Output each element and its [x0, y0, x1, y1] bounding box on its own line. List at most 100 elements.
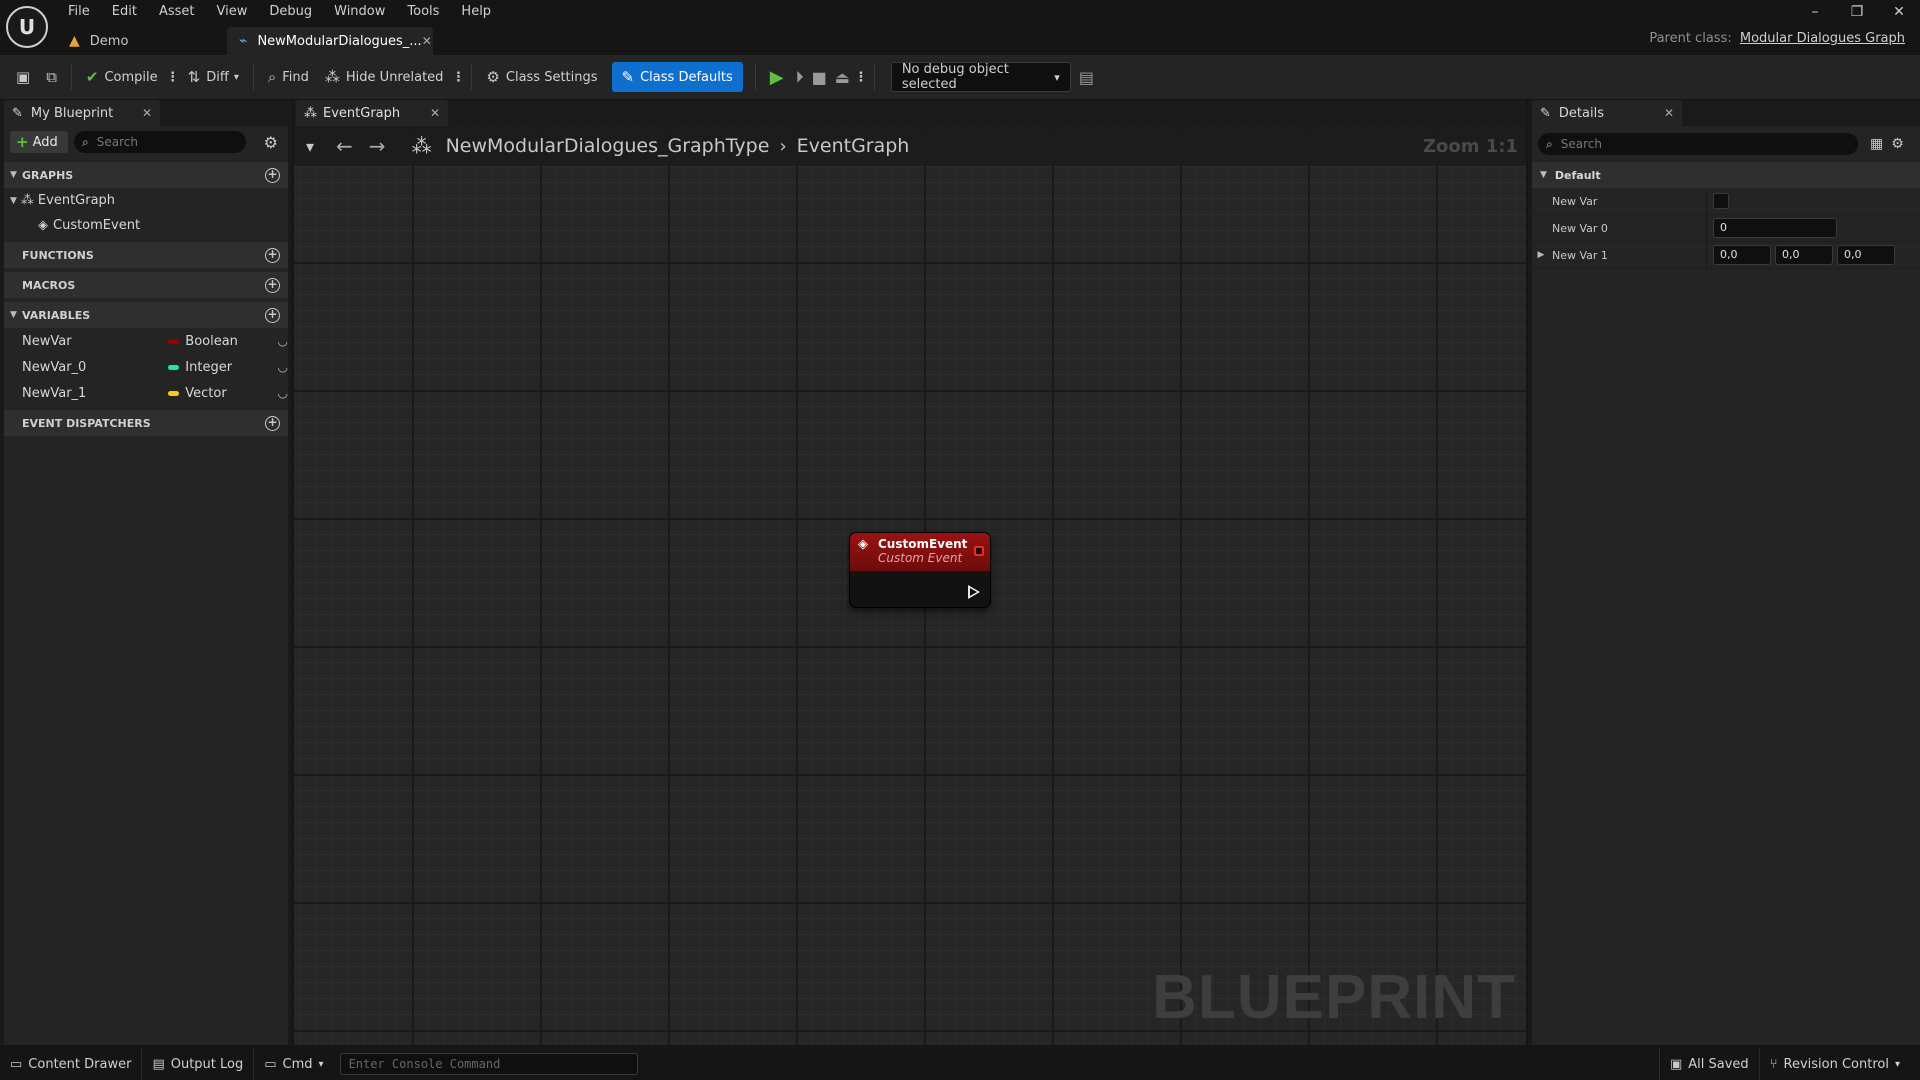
revision-control-button[interactable]: ⑂ Revision Control ▾	[1760, 1048, 1910, 1080]
close-window-icon[interactable]: ✕	[1878, 2, 1920, 22]
new-var-1-y-input[interactable]: 0,0	[1775, 245, 1833, 265]
new-var-1-x-input[interactable]: 0,0	[1713, 245, 1771, 265]
tab-details[interactable]: ✎ Details ✕	[1532, 100, 1682, 126]
breadcrumb-blueprint[interactable]: NewModularDialogues_GraphType	[446, 135, 770, 157]
variable-name: NewVar_0	[22, 359, 87, 375]
delegate-pin[interactable]	[974, 546, 984, 556]
eye-closed-icon[interactable]: ◡	[278, 360, 288, 374]
details-search-input[interactable]: ⌕ Search	[1538, 133, 1858, 155]
class-defaults-button[interactable]: ✎ Class Defaults	[611, 62, 743, 92]
property-label: New Var 0	[1552, 221, 1608, 235]
variable-name: NewVar	[22, 333, 72, 349]
parent-class: Parent class: Modular Dialogues Graph	[1649, 31, 1905, 46]
add-variable-icon[interactable]: +	[265, 307, 280, 323]
tree-item-eventgraph[interactable]: ▼ ⁂ EventGraph	[4, 188, 288, 213]
my-blueprint-search-input[interactable]: ⌕ Search	[74, 131, 246, 153]
play-options-icon[interactable]: ⋮	[854, 70, 868, 85]
graph-header: ▾ ← → ⁂ NewModularDialogues_GraphType › …	[294, 126, 1526, 166]
menu-help[interactable]: Help	[450, 2, 502, 22]
output-log-button[interactable]: ▤ Output Log	[142, 1048, 253, 1080]
play-button[interactable]: ▶	[762, 62, 792, 92]
add-function-icon[interactable]: +	[265, 247, 280, 263]
cmd-label: Cmd	[282, 1056, 313, 1072]
chevron-down-icon: ▼	[10, 170, 17, 180]
tab-blueprint[interactable]: ⌁ NewModularDialogues_... ✕	[227, 27, 433, 55]
exec-output-pin[interactable]	[968, 585, 980, 599]
menu-file[interactable]: File	[57, 2, 101, 22]
compile-button[interactable]: ✔ Compile	[78, 62, 166, 92]
zoom-level: Zoom 1:1	[1422, 136, 1518, 157]
tab-my-blueprint[interactable]: ✎ My Blueprint ✕	[4, 100, 160, 126]
divider	[252, 64, 254, 90]
menu-view[interactable]: View	[206, 2, 259, 22]
section-variables[interactable]: ▼ VARIABLES +	[4, 302, 288, 328]
add-button[interactable]: + Add	[10, 131, 68, 153]
eye-closed-icon[interactable]: ◡	[278, 334, 288, 348]
bookmark-icon[interactable]: ▾	[306, 137, 314, 156]
find-options-icon[interactable]: ⋮	[451, 70, 465, 85]
new-var-1-z-input[interactable]: 0,0	[1837, 245, 1895, 265]
menu-edit[interactable]: Edit	[101, 2, 148, 22]
parent-class-link[interactable]: Modular Dialogues Graph	[1740, 31, 1905, 46]
console-command-input[interactable]: Enter Console Command	[339, 1053, 638, 1075]
eye-closed-icon[interactable]: ◡	[278, 386, 288, 400]
tree-item-customevent[interactable]: ◈ CustomEvent	[4, 213, 288, 238]
unreal-logo-icon[interactable]: U	[6, 6, 48, 48]
minimize-icon[interactable]: –	[1794, 2, 1836, 22]
debug-filter-button[interactable]: ▤	[1071, 62, 1102, 92]
variable-row[interactable]: NewVar_1 Vector ◡	[4, 380, 288, 406]
class-settings-button[interactable]: ⚙ Class Settings	[478, 62, 605, 92]
back-arrow-icon[interactable]: ←	[336, 134, 353, 158]
gear-icon[interactable]: ⚙	[264, 133, 278, 152]
debug-object-select[interactable]: No debug object selected ▾	[890, 62, 1071, 92]
add-graph-icon[interactable]: +	[265, 167, 280, 183]
compile-options-icon[interactable]: ⋮	[166, 70, 180, 85]
close-icon[interactable]: ✕	[430, 106, 440, 120]
browse-button[interactable]: ⧉	[38, 62, 65, 92]
chevron-right-icon[interactable]: ▶	[1532, 250, 1550, 260]
hide-unrelated-button[interactable]: ⁂ Hide Unrelated	[317, 62, 452, 92]
section-functions[interactable]: FUNCTIONS +	[4, 242, 288, 268]
section-event-dispatchers[interactable]: EVENT DISPATCHERS +	[4, 410, 288, 436]
menu-bar: File Edit Asset View Debug Window Tools …	[57, 2, 502, 22]
tab-demo[interactable]: ▲ Demo	[57, 27, 227, 55]
section-variables-label: VARIABLES	[22, 308, 91, 322]
variable-row[interactable]: NewVar_0 Integer ◡	[4, 354, 288, 380]
my-blueprint-panel: ✎ My Blueprint ✕ + Add ⌕ Search ⚙ ▼ GRAP…	[0, 100, 292, 1045]
restore-icon[interactable]: ❐	[1836, 2, 1878, 22]
close-icon[interactable]: ✕	[142, 106, 152, 120]
new-var-0-input[interactable]: 0	[1713, 218, 1837, 238]
tab-eventgraph[interactable]: ⁂ EventGraph ✕	[296, 100, 448, 126]
step-button[interactable]: ⏵	[792, 62, 808, 92]
menu-debug[interactable]: Debug	[258, 2, 323, 22]
new-var-checkbox[interactable]	[1713, 193, 1729, 209]
play-icon: ▶	[769, 66, 784, 88]
close-icon[interactable]: ✕	[1664, 106, 1674, 120]
cmd-select[interactable]: ▭ Cmd ▾	[254, 1048, 333, 1080]
forward-arrow-icon[interactable]: →	[369, 134, 386, 158]
save-button[interactable]: ▣	[8, 62, 38, 92]
stop-button[interactable]: ■	[808, 62, 831, 92]
diff-button[interactable]: ⇅ Diff ▾	[180, 62, 247, 92]
all-saved-button[interactable]: ▣ All Saved	[1660, 1048, 1759, 1080]
close-icon[interactable]: ✕	[422, 34, 432, 48]
my-blueprint-tab-label: My Blueprint	[30, 105, 114, 121]
variable-row[interactable]: NewVar Boolean ◡	[4, 328, 288, 354]
content-drawer-button[interactable]: ▭ Content Drawer	[0, 1048, 141, 1080]
gear-icon[interactable]: ⚙	[1891, 136, 1904, 152]
tree-item-customevent-label: CustomEvent	[53, 218, 141, 233]
eject-button[interactable]: ⏏	[831, 62, 854, 92]
add-event-dispatcher-icon[interactable]: +	[265, 415, 280, 431]
find-button[interactable]: ⌕ Find	[260, 62, 317, 92]
menu-tools[interactable]: Tools	[396, 2, 450, 22]
my-blueprint-content: + Add ⌕ Search ⚙ ▼ GRAPHS + ▼ ⁂ EventGra…	[4, 126, 288, 1045]
menu-asset[interactable]: Asset	[148, 2, 206, 22]
breadcrumb-eventgraph[interactable]: EventGraph	[797, 135, 910, 157]
menu-window[interactable]: Window	[323, 2, 396, 22]
section-macros[interactable]: MACROS +	[4, 272, 288, 298]
table-view-icon[interactable]: ▦	[1870, 136, 1883, 152]
add-macro-icon[interactable]: +	[265, 277, 280, 293]
category-default[interactable]: ▼ Default	[1532, 162, 1920, 188]
section-graphs[interactable]: ▼ GRAPHS +	[4, 162, 288, 188]
custom-event-node[interactable]: ◈ CustomEvent Custom Event	[850, 533, 990, 607]
